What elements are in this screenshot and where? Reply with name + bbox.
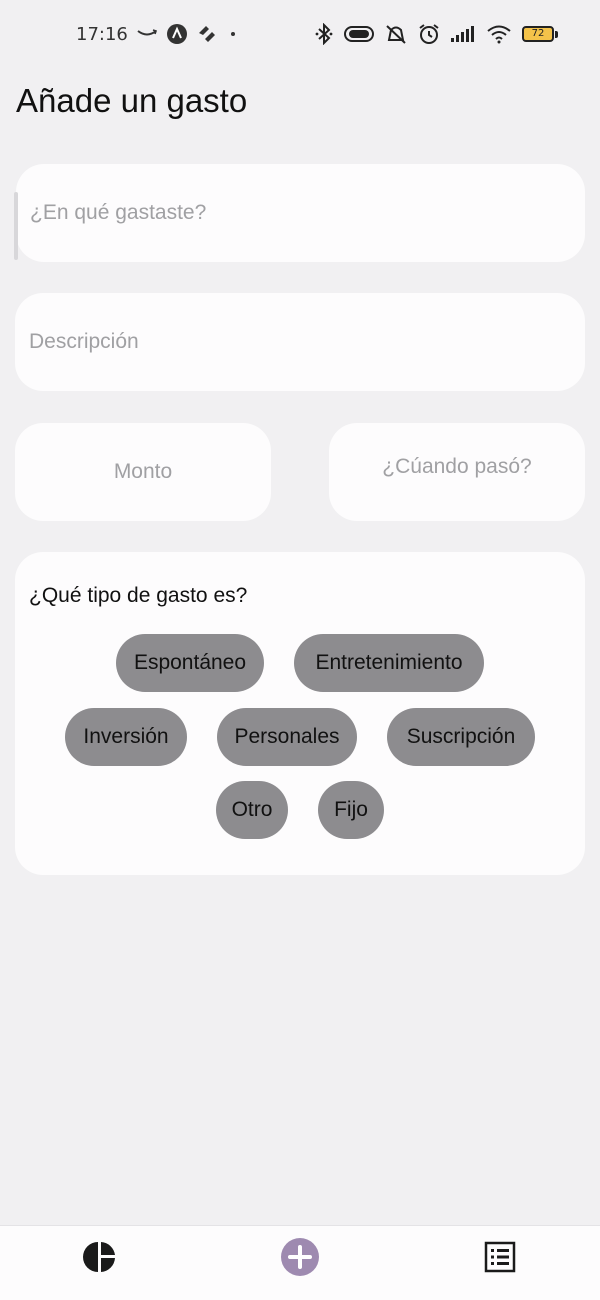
chip-row: Otro Fijo [15,781,585,839]
status-time: 17:16 [76,23,128,45]
description-input[interactable] [15,330,585,354]
status-right: 72 [314,23,558,45]
chip-entretenimiento[interactable]: Entretenimiento [294,634,484,692]
heart-hands-icon [196,24,218,44]
amount-input[interactable] [15,460,271,484]
add-circle-icon [280,1237,320,1282]
chip-personales[interactable]: Personales [217,708,357,766]
bottom-nav [0,1225,600,1300]
nav-add-button[interactable] [276,1235,324,1283]
expense-type-title: ¿Qué tipo de gasto es? [29,584,248,607]
chip-fijo[interactable]: Fijo [318,781,384,839]
wifi-icon [486,24,512,44]
battery-level: 72 [522,26,554,42]
what-input[interactable] [16,201,585,225]
chip-suscripcion[interactable]: Suscripción [387,708,535,766]
amount-field[interactable] [15,423,271,521]
amazon-smile-icon [136,28,158,40]
dot-icon [226,27,240,41]
chip-otro[interactable]: Otro [216,781,288,839]
description-field[interactable] [15,293,585,391]
signal-icon [450,25,476,43]
battery-tip [555,30,558,38]
what-field[interactable] [14,164,585,262]
page-title: Añade un gasto [16,82,248,119]
nav-stats-button[interactable] [76,1235,124,1283]
date-field[interactable] [329,423,585,521]
chip-inversion[interactable]: Inversión [65,708,187,766]
chart-pie-icon [83,1240,117,1279]
expense-type-card: ¿Qué tipo de gasto es? Espontáneo Entret… [15,552,585,875]
pill-toggle-icon [344,25,374,43]
chip-espontaneo[interactable]: Espontáneo [116,634,264,692]
list-icon [484,1241,516,1278]
alarm-icon [418,23,440,45]
bluetooth-icon [314,23,334,45]
chip-row: Espontáneo Entretenimiento [15,634,585,692]
app-a-icon [166,23,188,45]
battery-icon: 72 [522,26,558,42]
vibrate-off-icon [384,23,408,45]
screen: 17:16 72 Añade un gasto ¿En qué gastaste… [0,0,600,1300]
chip-row: Inversión Personales Suscripción [15,708,585,766]
date-input[interactable] [329,455,585,479]
status-left: 17:16 [76,23,240,45]
nav-list-button[interactable] [476,1235,524,1283]
status-bar: 17:16 72 [0,0,600,68]
